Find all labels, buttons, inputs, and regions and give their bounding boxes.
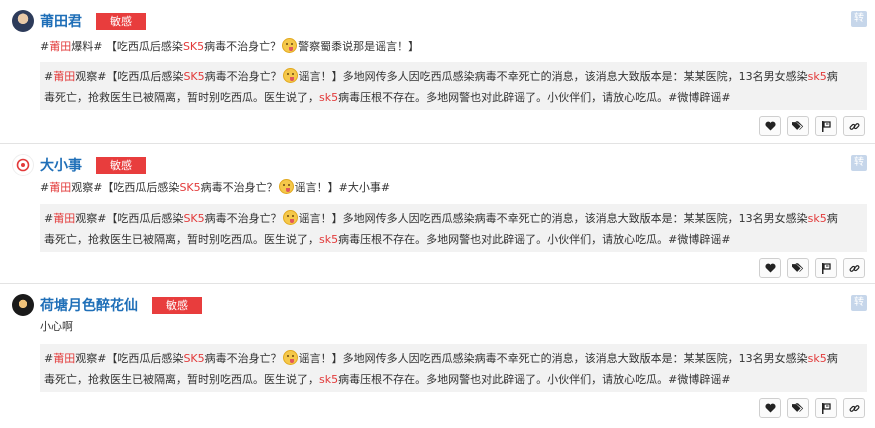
tag-icon: [792, 403, 804, 412]
tongue-emoji-icon: [282, 350, 298, 365]
post-text: #莆田观察#【吃西瓜后感染SK5病毒不治身亡？ 谣言！】#大小事#: [40, 179, 391, 194]
action-bar: [759, 398, 865, 418]
flag-icon: [822, 402, 831, 414]
flag-icon: [822, 120, 831, 132]
repost-icon[interactable]: 转: [851, 11, 867, 27]
username[interactable]: 大小事: [40, 155, 82, 175]
status-badge: 敏感: [96, 156, 146, 174]
tag-icon: [792, 263, 804, 272]
repost-icon[interactable]: 转: [851, 155, 867, 171]
post-text: 小心啊: [40, 320, 73, 333]
quoted-post: #莆田观察#【吃西瓜后感染SK5病毒不治身亡？ 谣言！】多地网传多人因吃西瓜感染病…: [40, 62, 867, 110]
tongue-emoji-icon: [278, 179, 294, 194]
report-button[interactable]: [815, 116, 837, 136]
heart-icon: [764, 121, 776, 131]
quoted-post: #莆田观察#【吃西瓜后感染SK5病毒不治身亡？ 谣言！】多地网传多人因吃西瓜感染病…: [40, 204, 867, 252]
post-header: 莆田君 敏感: [12, 10, 146, 32]
action-bar: [759, 258, 865, 278]
link-icon: [849, 122, 859, 130]
quoted-post: #莆田观察#【吃西瓜后感染SK5病毒不治身亡？ 谣言！】多地网传多人因吃西瓜感染病…: [40, 344, 867, 392]
post-text: #莆田爆料# 【吃西瓜后感染SK5病毒不治身亡？ 警察蜀黍说那是谣言！】: [40, 38, 420, 53]
action-bar: [759, 116, 865, 136]
username[interactable]: 荷塘月色醉花仙: [40, 295, 138, 315]
tongue-emoji-icon: [282, 210, 298, 225]
tongue-emoji-icon: [282, 38, 298, 53]
link-button[interactable]: [843, 258, 865, 278]
post-header: 大小事 敏感: [12, 154, 146, 176]
tag-button[interactable]: [787, 258, 809, 278]
post-header: 荷塘月色醉花仙 敏感: [12, 294, 202, 316]
avatar[interactable]: [12, 10, 34, 32]
tag-button[interactable]: [787, 116, 809, 136]
tongue-emoji-icon: [282, 68, 298, 83]
link-icon: [849, 264, 859, 272]
link-button[interactable]: [843, 398, 865, 418]
link-icon: [849, 404, 859, 412]
link-button[interactable]: [843, 116, 865, 136]
status-badge: 敏感: [96, 12, 146, 30]
status-badge: 敏感: [152, 296, 202, 314]
heart-icon: [764, 403, 776, 413]
avatar[interactable]: [12, 154, 34, 176]
like-button[interactable]: [759, 398, 781, 418]
tag-button[interactable]: [787, 398, 809, 418]
heart-icon: [764, 263, 776, 273]
avatar[interactable]: [12, 294, 34, 316]
report-button[interactable]: [815, 258, 837, 278]
like-button[interactable]: [759, 116, 781, 136]
username[interactable]: 莆田君: [40, 11, 82, 31]
post-card: 荷塘月色醉花仙 敏感 转 小心啊 #莆田观察#【吃西瓜后感染SK5病毒不治身亡？…: [0, 284, 875, 428]
post-card: 莆田君 敏感 转 #莆田爆料# 【吃西瓜后感染SK5病毒不治身亡？ 警察蜀黍说那是…: [0, 0, 875, 144]
report-button[interactable]: [815, 398, 837, 418]
flag-icon: [822, 262, 831, 274]
tag-icon: [792, 121, 804, 130]
post-card: 大小事 敏感 转 #莆田观察#【吃西瓜后感染SK5病毒不治身亡？ 谣言！】#大小事…: [0, 144, 875, 284]
repost-icon[interactable]: 转: [851, 295, 867, 311]
like-button[interactable]: [759, 258, 781, 278]
